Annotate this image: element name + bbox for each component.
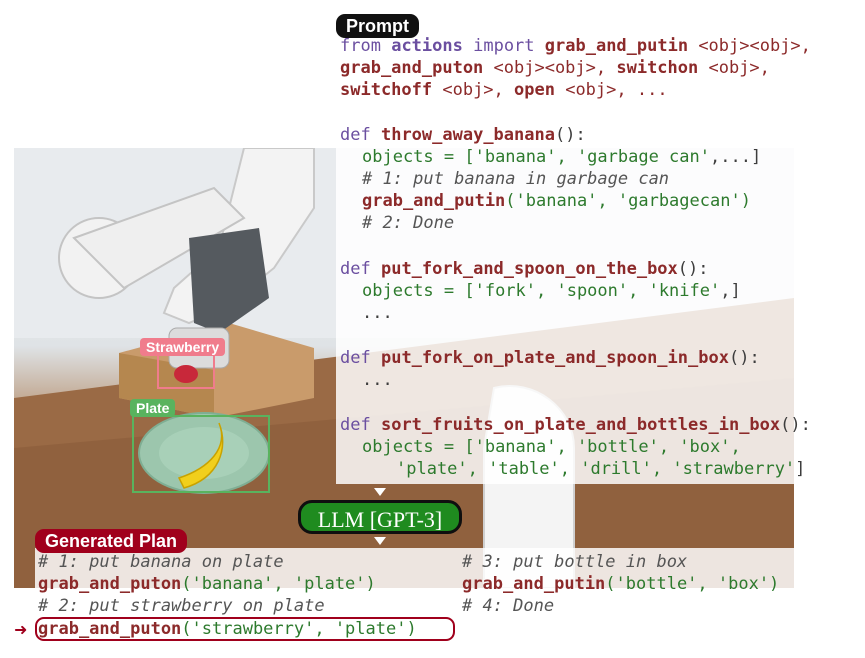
plan-comment-2: # 2: put strawberry on plate — [38, 596, 325, 616]
keyword-def: def — [340, 415, 371, 435]
code-line-objects-2: objects = ['fork', 'spoon', 'knife',] — [362, 280, 741, 302]
arrow-down-icon — [374, 488, 386, 496]
module-actions: actions — [391, 36, 463, 56]
fn-sort-fruits: sort_fruits_on_plate_and_bottles_in_box — [380, 415, 781, 435]
plan-comment-1: # 1: put banana on plate — [38, 552, 284, 572]
fn-grab-and-puton: grab_and_puton — [340, 58, 484, 78]
keyword-def: def — [340, 125, 371, 145]
code-line-ellipsis-2: ... — [362, 370, 393, 390]
call-args: ('banana', 'garbagecan') — [505, 191, 751, 211]
current-step-highlight — [35, 617, 455, 641]
code-line-objects-4a: objects = ['banana', 'bottle', 'box', — [362, 436, 741, 458]
fn-args: <obj>, — [432, 80, 515, 100]
keyword-from: from — [340, 36, 381, 56]
plan-comment-4: # 4: Done — [462, 596, 555, 616]
arrow-down-icon — [374, 537, 386, 545]
keyword-import: import — [473, 36, 535, 56]
current-step-arrow-icon: ➜ — [14, 620, 28, 639]
plan-comment-3: # 3: put bottle in box — [462, 552, 688, 572]
fn-call: grab_and_putin — [362, 191, 506, 211]
llm-box: LLM [GPT-3] — [298, 500, 462, 534]
code-line-import-2: grab_and_puton <obj><obj>, switchon <obj… — [340, 57, 770, 79]
code-line-call-1: grab_and_putin('banana', 'garbagecan') — [362, 190, 751, 212]
paren: (): — [780, 415, 811, 435]
code-line-ellipsis-1: ... — [362, 303, 393, 323]
objects-assign: objects = [ — [362, 437, 475, 457]
code-line-def-2: def put_fork_and_spoon_on_the_box(): — [340, 258, 709, 280]
code-line-def-1: def throw_away_banana(): — [340, 124, 586, 146]
code-line-comment-1: # 1: put banana in garbage can — [362, 169, 670, 189]
objects-list: 'banana', 'bottle', 'box', — [474, 437, 741, 457]
code-line-objects-1: objects = ['banana', 'garbage can',...] — [362, 146, 761, 168]
paren: (): — [554, 125, 586, 145]
objects-list: 'fork', 'spoon', 'knife' — [474, 281, 721, 301]
plan-fn: grab_and_putin — [462, 574, 606, 594]
plate-bbox — [132, 415, 270, 493]
fn-put-fork-and-spoon: put_fork_and_spoon_on_the_box — [380, 259, 678, 279]
generated-plan-tag: Generated Plan — [35, 529, 188, 553]
plan-args: ('banana', 'plate') — [181, 574, 376, 594]
fn-put-fork-on-plate: put_fork_on_plate_and_spoon_in_box — [380, 348, 729, 368]
code-line-def-4: def sort_fruits_on_plate_and_bottles_in_… — [340, 414, 811, 436]
objects-assign: objects = [ — [362, 281, 475, 301]
fn-switchon: switchon — [616, 58, 699, 78]
keyword-def: def — [340, 348, 371, 368]
paren: (): — [677, 259, 709, 279]
fn-args: <obj>, ... — [554, 80, 668, 100]
plate-bbox-label: Plate — [130, 399, 176, 417]
objects-list: 'banana', 'garbage can' — [474, 147, 710, 167]
code-line-comment-2: # 2: Done — [362, 213, 455, 233]
fn-throw-away-banana: throw_away_banana — [380, 125, 555, 145]
code-line-objects-4b: 'plate', 'table', 'drill', 'strawberry'] — [396, 458, 805, 480]
code-line-def-3: def put_fork_on_plate_and_spoon_in_box()… — [340, 347, 760, 369]
objects-end: ] — [795, 459, 806, 479]
plan-args: ('bottle', 'box') — [605, 574, 780, 594]
objects-assign: objects = [ — [362, 147, 475, 167]
fn-args: <obj>, — [698, 58, 770, 78]
fn-open: open — [514, 80, 555, 100]
plan-step-3: grab_and_putin('bottle', 'box') — [462, 573, 779, 595]
code-line-import-3: switchoff <obj>, open <obj>, ... — [340, 79, 668, 101]
fn-switchoff: switchoff — [340, 80, 433, 100]
objects-end: ,...] — [710, 147, 762, 167]
objects-list-cont: 'plate', 'table', 'drill', 'strawberry' — [396, 459, 796, 479]
objects-end: ,] — [720, 281, 741, 301]
plan-fn: grab_and_puton — [38, 574, 182, 594]
fn-args: <obj><obj>, — [688, 36, 811, 56]
strawberry-bbox-label: Strawberry — [140, 338, 226, 356]
keyword-def: def — [340, 259, 371, 279]
fn-args: <obj><obj>, — [483, 58, 617, 78]
code-line-import-1: from actions import grab_and_putin <obj>… — [340, 35, 811, 57]
paren: (): — [728, 348, 760, 368]
plan-step-1: grab_and_puton('banana', 'plate') — [38, 573, 376, 595]
fn-grab-and-putin: grab_and_putin — [544, 36, 689, 56]
strawberry-bbox — [157, 351, 215, 389]
